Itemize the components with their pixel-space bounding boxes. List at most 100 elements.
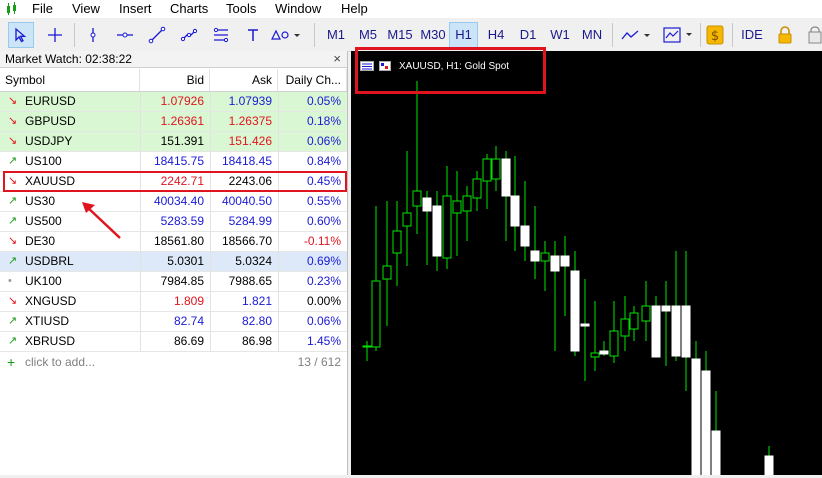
candle-body bbox=[681, 305, 691, 358]
candle-body bbox=[620, 318, 630, 337]
bid-cell: 1.07926 bbox=[160, 94, 204, 108]
timeframe-m15[interactable]: M15 bbox=[384, 22, 416, 48]
shapes-dropdown-button[interactable] bbox=[266, 22, 306, 48]
ask-cell: 151.426 bbox=[228, 134, 272, 148]
bag-icon bbox=[808, 26, 822, 44]
candle-body bbox=[452, 200, 462, 214]
ask-cell: 1.26375 bbox=[228, 114, 272, 128]
column-bid[interactable]: Bid bbox=[140, 69, 210, 91]
column-ask[interactable]: Ask bbox=[210, 69, 278, 91]
chart-label-highlight-box bbox=[355, 47, 546, 94]
timeframe-d1[interactable]: D1 bbox=[514, 22, 542, 48]
menu-insert[interactable]: Insert bbox=[119, 1, 152, 17]
table-row[interactable]: • UK100 7984.85 7988.65 0.23% bbox=[0, 272, 347, 292]
daily-change-cell: 0.23% bbox=[306, 274, 341, 288]
candle-body bbox=[371, 280, 381, 348]
timeframe-h4[interactable]: H4 bbox=[482, 22, 510, 48]
chart-area[interactable] bbox=[351, 51, 822, 476]
indicators-icon bbox=[663, 27, 692, 43]
candle-body bbox=[711, 430, 721, 476]
timeframe-mn[interactable]: MN bbox=[578, 22, 606, 48]
candle-body bbox=[520, 225, 530, 247]
candle-body bbox=[580, 323, 590, 327]
column-symbol[interactable]: Symbol bbox=[0, 69, 140, 91]
table-row[interactable]: ↗ XTIUSD 82.74 82.80 0.06% bbox=[0, 312, 347, 332]
trendline-button[interactable] bbox=[144, 22, 170, 48]
candle-body bbox=[491, 158, 501, 180]
table-row[interactable]: ↘ GBPUSD 1.26361 1.26375 0.18% bbox=[0, 112, 347, 132]
arrow-down-icon: ↘ bbox=[8, 135, 18, 147]
menu-file[interactable]: File bbox=[32, 1, 53, 17]
svg-text:$: $ bbox=[711, 29, 719, 44]
table-row[interactable]: ↗ US500 5283.59 5284.99 0.60% bbox=[0, 212, 347, 232]
candle-body bbox=[651, 305, 661, 358]
table-row[interactable]: ↗ USDBRL 5.0301 5.0324 0.69% bbox=[0, 252, 347, 272]
timeframe-m1[interactable]: M1 bbox=[322, 22, 350, 48]
arrow-up-icon: ↗ bbox=[8, 215, 18, 227]
horizontal-line-button[interactable] bbox=[112, 22, 138, 48]
cursor-tool-button[interactable] bbox=[8, 22, 34, 48]
cursor-icon bbox=[15, 27, 27, 43]
plus-icon: + bbox=[7, 354, 16, 370]
account-dollar-button[interactable]: $ bbox=[702, 22, 728, 48]
channel-button[interactable] bbox=[176, 22, 202, 48]
symbol-cell: DE30 bbox=[25, 234, 56, 248]
bid-cell: 86.69 bbox=[173, 334, 204, 348]
table-row[interactable]: ↘ EURUSD 1.07926 1.07939 0.05% bbox=[0, 92, 347, 112]
ide-button[interactable]: IDE bbox=[738, 22, 766, 48]
indicators-dropdown-button[interactable] bbox=[660, 22, 698, 48]
candle-body bbox=[590, 352, 600, 358]
arrow-down-icon: ↘ bbox=[8, 95, 18, 107]
dollar-icon: $ bbox=[706, 25, 724, 45]
daily-change-cell: 0.18% bbox=[306, 114, 341, 128]
ask-cell: 5.0324 bbox=[235, 254, 272, 268]
table-row[interactable]: ↗ US30 40034.40 40040.50 0.55% bbox=[0, 192, 347, 212]
timeframe-w1[interactable]: W1 bbox=[546, 22, 574, 48]
timeframe-h1[interactable]: H1 bbox=[449, 22, 478, 48]
symbol-cell: XBRUSD bbox=[25, 334, 76, 348]
text-tool-button[interactable] bbox=[240, 22, 266, 48]
symbol-cell: XTIUSD bbox=[25, 314, 70, 328]
arrow-down-icon: ↘ bbox=[8, 115, 18, 127]
candle-body bbox=[412, 190, 422, 207]
close-icon[interactable]: × bbox=[333, 51, 341, 67]
daily-change-cell: 0.55% bbox=[306, 194, 341, 208]
menu-tools[interactable]: Tools bbox=[226, 1, 256, 17]
arrow-up-icon: ↗ bbox=[8, 315, 18, 327]
menu-charts[interactable]: Charts bbox=[170, 1, 208, 17]
table-row[interactable]: ↘ USDJPY 151.391 151.426 0.06% bbox=[0, 132, 347, 152]
neutral-dot-icon: • bbox=[8, 275, 12, 287]
add-symbol-label: click to add... bbox=[25, 355, 96, 369]
table-row[interactable]: ↗ XBRUSD 86.69 86.98 1.45% bbox=[0, 332, 347, 352]
vertical-line-button[interactable] bbox=[80, 22, 106, 48]
symbol-cell: USDBRL bbox=[25, 254, 74, 268]
add-symbol-row[interactable]: + click to add... 13 / 612 bbox=[0, 352, 347, 372]
candle-body bbox=[641, 305, 651, 322]
table-row[interactable]: ↘ XNGUSD 1.809 1.821 0.00% bbox=[0, 292, 347, 312]
daily-change-cell: -0.11% bbox=[303, 234, 341, 248]
table-row[interactable]: ↘ DE30 18561.80 18566.70 -0.11% bbox=[0, 232, 347, 252]
symbol-cell: UK100 bbox=[25, 274, 62, 288]
daily-change-cell: 0.05% bbox=[306, 94, 341, 108]
menu-help[interactable]: Help bbox=[341, 1, 368, 17]
bid-cell: 18415.75 bbox=[153, 154, 204, 168]
ask-cell: 7988.65 bbox=[228, 274, 272, 288]
shopping-bag-button[interactable] bbox=[802, 22, 822, 48]
bid-cell: 151.391 bbox=[160, 134, 204, 148]
fibonacci-icon bbox=[213, 27, 229, 43]
arrow-up-icon: ↗ bbox=[8, 195, 18, 207]
arrow-down-icon: ↘ bbox=[8, 295, 18, 307]
table-row[interactable]: ↗ US100 18415.75 18418.45 0.84% bbox=[0, 152, 347, 172]
symbol-cell: US100 bbox=[25, 154, 62, 168]
arrow-down-icon: ↘ bbox=[8, 235, 18, 247]
chart-type-dropdown-button[interactable] bbox=[618, 22, 656, 48]
crosshair-tool-button[interactable] bbox=[42, 22, 68, 48]
column-daily-change[interactable]: Daily Ch... bbox=[278, 69, 347, 91]
menu-window[interactable]: Window bbox=[275, 1, 321, 17]
lock-button[interactable] bbox=[772, 22, 798, 48]
text-icon bbox=[248, 29, 258, 41]
timeframe-m30[interactable]: M30 bbox=[417, 22, 449, 48]
timeframe-m5[interactable]: M5 bbox=[354, 22, 382, 48]
fibonacci-button[interactable] bbox=[208, 22, 234, 48]
menu-view[interactable]: View bbox=[72, 1, 100, 17]
